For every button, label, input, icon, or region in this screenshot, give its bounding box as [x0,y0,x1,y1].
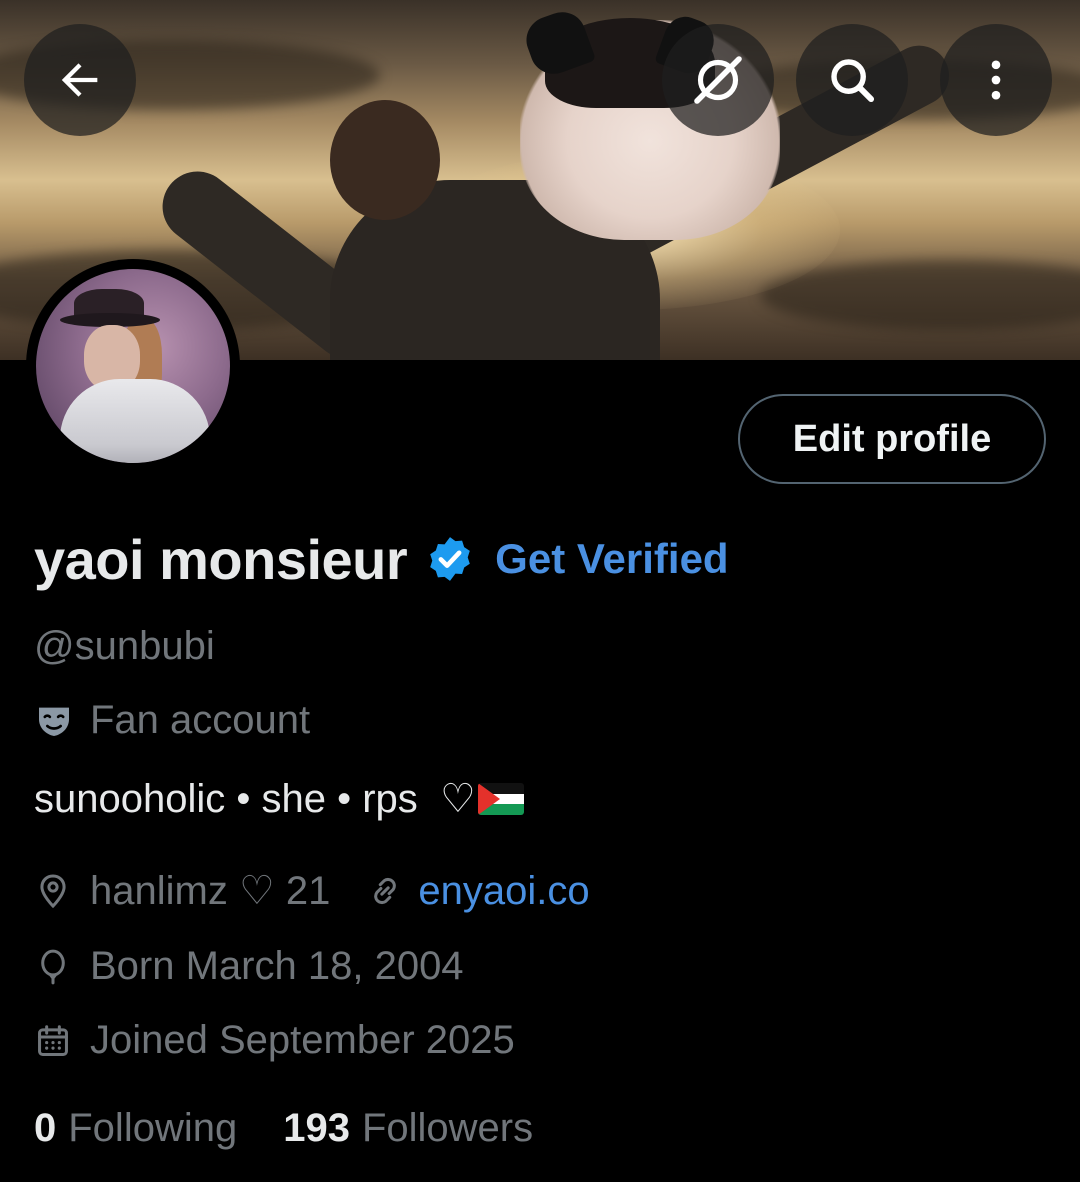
get-verified-link[interactable]: Get Verified [495,535,728,583]
bio-text: sunooholic • she • rps ♡ [34,777,476,821]
mask-icon [39,707,69,736]
location-pin-icon [40,874,66,909]
grok-icon [694,56,742,104]
birthday-row: Born March 18, 2004 [34,944,464,989]
following-count: 0 [34,1106,57,1150]
joined-text: Joined September 2025 [90,1018,515,1062]
followers-count: 193 [283,1106,350,1150]
followers-link[interactable]: 193 Followers [283,1106,533,1151]
calendar-icon [38,1024,68,1056]
avatar-image [36,269,230,463]
category-label: Fan account [90,698,311,742]
birthday-text: Born March 18, 2004 [90,944,464,988]
location-text: hanlimz ♡ 21 [90,869,331,913]
following-link[interactable]: 0 Following [34,1106,237,1151]
palestine-flag-icon [477,783,524,815]
profile-category: Fan account [34,698,310,743]
website-link[interactable]: enyaoi.co [418,869,589,914]
grok-button[interactable] [662,24,774,136]
verified-badge-icon[interactable] [425,534,475,584]
back-button[interactable] [24,24,136,136]
joined-row: Joined September 2025 [34,1018,515,1063]
more-button[interactable] [940,24,1052,136]
name-row: yaoi monsieur Get Verified [34,524,729,594]
location-website-row: hanlimz ♡ 21 enyaoi.co [34,868,590,914]
search-button[interactable] [796,24,908,136]
avatar[interactable] [26,259,240,473]
link-icon [374,877,397,905]
handle: @sunbubi [34,624,215,668]
following-label: Following [68,1106,238,1150]
followers-label: Followers [361,1106,534,1150]
more-vertical-icon [991,60,1001,100]
arrow-left-icon [61,63,98,97]
search-icon [831,59,875,103]
display-name: yaoi monsieur [34,527,408,591]
edit-profile-button[interactable]: Edit profile [738,394,1046,484]
bio: sunooholic • she • rps ♡ [34,776,524,822]
follow-stats: 0 Following 193 Followers [34,1106,533,1151]
balloon-icon [41,949,65,984]
